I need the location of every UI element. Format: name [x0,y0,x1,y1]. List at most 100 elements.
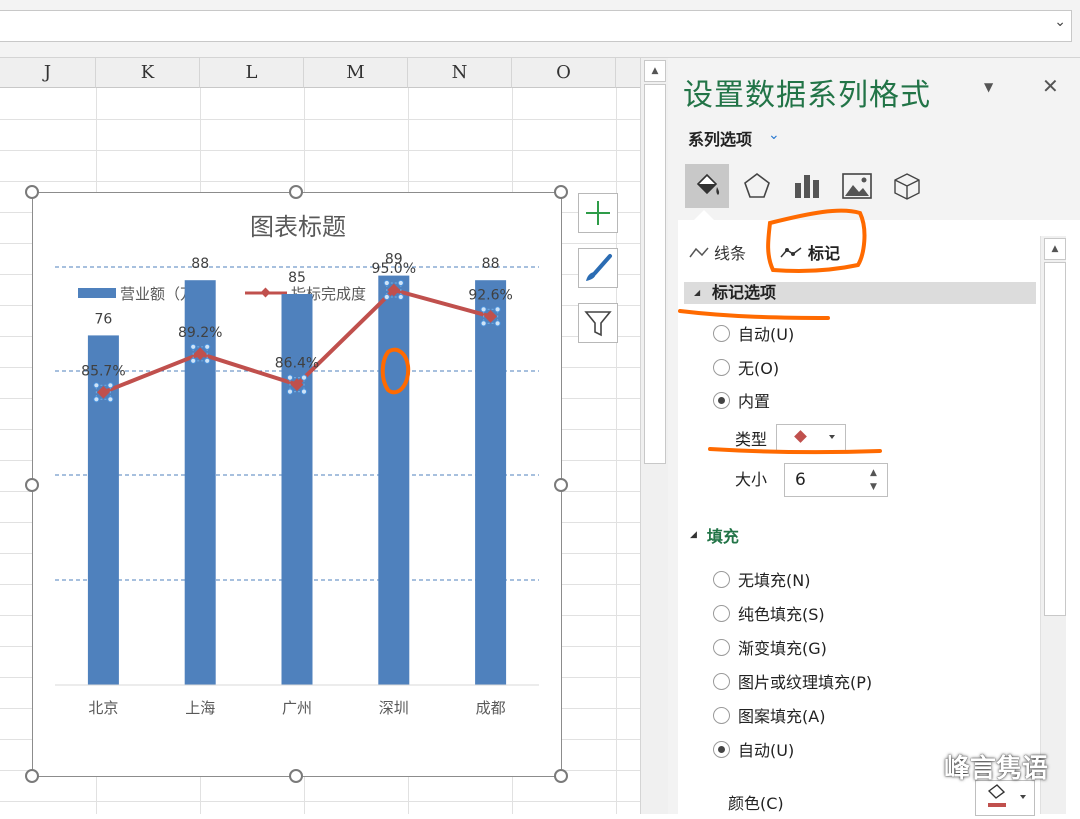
fill-picture-radio[interactable]: 图片或纹理填充(P) [713,669,872,693]
formula-input[interactable] [0,10,1072,42]
resize-handle-tl[interactable] [25,185,39,199]
radio-circle[interactable] [713,604,730,622]
point-handle[interactable] [286,374,294,381]
resize-handle-tr[interactable] [554,185,568,199]
point-handle[interactable] [286,388,294,395]
pane-scrollbar[interactable]: ▲ [1040,236,1066,814]
spinner-icon[interactable]: ▲ ▼ [870,466,877,494]
fill-section-header[interactable]: ◢ 填充 [690,523,739,547]
tab-marker[interactable]: 标记 [778,240,840,264]
point-handle[interactable] [107,396,114,403]
point-handle[interactable] [383,293,390,301]
marker-builtin-radio[interactable]: 内置 [713,388,770,412]
chart-title[interactable]: 图表标题 [250,213,346,241]
marker-type-select[interactable] [776,424,846,452]
line-marker-icon [780,247,802,258]
scroll-up-icon[interactable]: ▲ [1044,238,1066,260]
resize-handle-t[interactable] [289,185,303,199]
bar[interactable] [184,280,216,685]
point-handle[interactable] [397,279,404,287]
point-handle[interactable] [93,382,100,389]
point-handle[interactable] [383,279,390,287]
scroll-thumb[interactable] [644,84,666,464]
radio-circle-selected[interactable] [713,391,730,409]
radio-label: 纯色填充(S) [738,605,825,624]
point-handle[interactable] [480,320,487,327]
tab-marker-label: 标记 [808,244,841,263]
radio-circle[interactable] [713,672,730,690]
point-handle[interactable] [107,382,114,389]
resize-handle-l[interactable] [25,478,39,492]
scroll-up-icon[interactable]: ▲ [644,60,666,82]
point-handle[interactable] [204,357,211,364]
radio-circle[interactable] [713,570,730,588]
radio-circle[interactable] [713,324,730,342]
bar-series[interactable]: 76888589 88 [87,252,507,685]
point-handle[interactable] [204,343,211,350]
line-data-label: 92.6% [468,287,512,303]
chart-styles-button[interactable] [578,248,618,288]
chevron-down-icon[interactable]: ⌄ [768,127,780,143]
effects-tab[interactable] [735,164,779,208]
column-header-n[interactable]: N [408,58,512,88]
tab-line-label: 线条 [714,244,747,263]
fill-solid-radio[interactable]: 纯色填充(S) [713,601,825,625]
resize-handle-r[interactable] [554,478,568,492]
point-handle[interactable] [300,374,308,381]
chevron-down-icon[interactable]: ⌄ [1054,14,1066,30]
bar[interactable] [475,280,507,685]
column-header-m[interactable]: M [304,58,408,88]
column-header-k[interactable]: K [96,58,200,88]
chart-elements-button[interactable] [578,193,618,233]
pane-options-icon[interactable]: ▼ [984,80,993,94]
point-handle[interactable] [480,306,487,313]
point-handle[interactable] [93,396,100,403]
line-data-label: 95.0% [372,261,416,277]
picture-tab[interactable] [835,164,879,208]
radio-label: 图案填充(A) [738,707,826,726]
radio-circle[interactable] [713,358,730,376]
radio-circle-selected[interactable] [713,740,730,758]
fill-color-button[interactable] [975,780,1035,816]
radio-circle[interactable] [713,706,730,724]
column-header-j[interactable]: J [0,58,96,88]
resize-handle-b[interactable] [289,769,303,783]
legend-bar-swatch [78,288,116,298]
column-header-o[interactable]: O [512,58,616,88]
resize-handle-br[interactable] [554,769,568,783]
fill-pattern-radio[interactable]: 图案填充(A) [713,703,825,727]
3d-format-tab[interactable] [885,164,929,208]
line-data-label: 85.7% [81,363,125,379]
marker-auto-radio[interactable]: 自动(U) [713,321,794,345]
marker-none-radio[interactable]: 无(O) [713,355,779,379]
point-handle[interactable] [397,293,404,301]
point-handle[interactable] [190,343,197,350]
bar[interactable] [378,275,410,685]
point-handle[interactable] [494,306,501,313]
series-options-tab[interactable] [785,164,829,208]
fill-auto-radio[interactable]: 自动(U) [713,737,794,761]
close-icon[interactable]: ✕ [1042,74,1059,98]
tab-line[interactable]: 线条 [688,240,746,264]
scroll-thumb[interactable] [1044,262,1066,616]
radio-circle[interactable] [713,638,730,656]
column-header-l[interactable]: L [200,58,304,88]
point-handle[interactable] [190,357,197,364]
fill-gradient-radio[interactable]: 渐变填充(G) [713,635,827,659]
resize-handle-bl[interactable] [25,769,39,783]
combo-chart[interactable]: 图表标题 营业额（万） 指标完成度 76 88 85 89 88 85.7% 89.2% 8… [32,192,562,777]
watermark: 峰言隽语 [896,748,1048,785]
legend[interactable]: 营业额（万） 指标完成度 [78,285,366,303]
marker-options-header[interactable]: ◢ 标记选项 [684,282,1036,304]
chart-filters-button[interactable] [578,303,618,343]
fill-line-tab[interactable] [685,164,729,208]
bar[interactable] [281,294,313,685]
column-header-next[interactable] [616,58,640,88]
point-handle[interactable] [300,388,308,395]
fill-none-radio[interactable]: 无填充(N) [713,567,810,591]
radio-label: 自动(U) [738,325,795,344]
image-icon [842,173,872,199]
series-options-dropdown[interactable]: 系列选项 [688,126,752,150]
point-handle[interactable] [494,320,501,327]
sheet-scrollbar[interactable]: ▲ [640,58,668,814]
